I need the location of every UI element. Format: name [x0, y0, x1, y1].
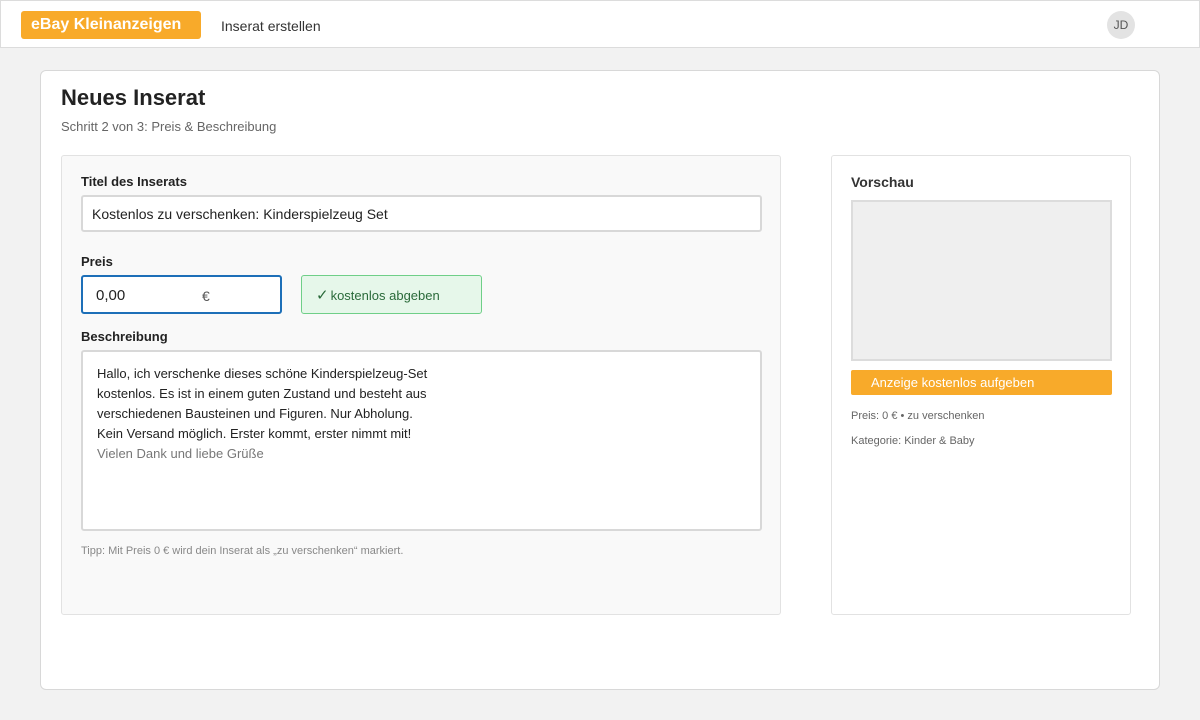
description-label: Beschreibung — [81, 329, 168, 344]
check-icon: ✓ — [316, 287, 329, 304]
title-input[interactable] — [81, 195, 762, 232]
user-avatar[interactable]: JD — [1107, 11, 1135, 39]
price-input[interactable] — [96, 285, 196, 305]
price-field[interactable]: € — [81, 275, 282, 314]
description-line: Kein Versand möglich. Erster kommt, erst… — [97, 426, 412, 441]
listing-form: Titel des Inserats Preis € ✓kostenlos ab… — [61, 155, 781, 615]
title-label: Titel des Inserats — [81, 174, 187, 189]
description-line: Vielen Dank und liebe Grüße — [97, 446, 264, 461]
brand-logo[interactable]: eBay Kleinanzeigen — [21, 11, 201, 39]
free-giveaway-badge[interactable]: ✓ kostenlos abgeben — [301, 275, 482, 314]
listing-card: Neues Inserat Schritt 2 von 3: Preis & B… — [40, 70, 1160, 690]
description-line: kostenlos. Es ist in einem guten Zustand… — [97, 386, 427, 401]
currency-symbol: € — [202, 288, 210, 304]
step-indicator: Schritt 2 von 3: Preis & Beschreibung — [61, 119, 277, 134]
preview-title: Vorschau — [851, 174, 914, 190]
free-giveaway-label: kostenlos abgeben — [330, 288, 440, 303]
preview-category-meta: Kategorie: Kinder & Baby — [851, 435, 975, 447]
description-textarea[interactable]: Hallo, ich verschenke dieses schöne Kind… — [81, 350, 762, 531]
price-tip: Tipp: Mit Preis 0 € wird dein Inserat al… — [81, 545, 404, 557]
top-bar: eBay Kleinanzeigen Inserat erstellen JD — [0, 0, 1200, 48]
preview-price-meta: Preis: 0 € • zu verschenken — [851, 410, 985, 422]
nav-link-create-listing[interactable]: Inserat erstellen — [221, 18, 321, 34]
preview-panel: Vorschau Anzeige kostenlos aufgeben Prei… — [831, 155, 1131, 615]
description-line: Hallo, ich verschenke dieses schöne Kind… — [97, 366, 428, 381]
description-line: verschiedenen Bausteinen und Figuren. Nu… — [97, 406, 413, 421]
price-label: Preis — [81, 254, 113, 269]
publish-button[interactable]: Anzeige kostenlos aufgeben — [851, 370, 1112, 395]
preview-image-placeholder — [851, 200, 1112, 361]
page-title: Neues Inserat — [61, 85, 206, 110]
